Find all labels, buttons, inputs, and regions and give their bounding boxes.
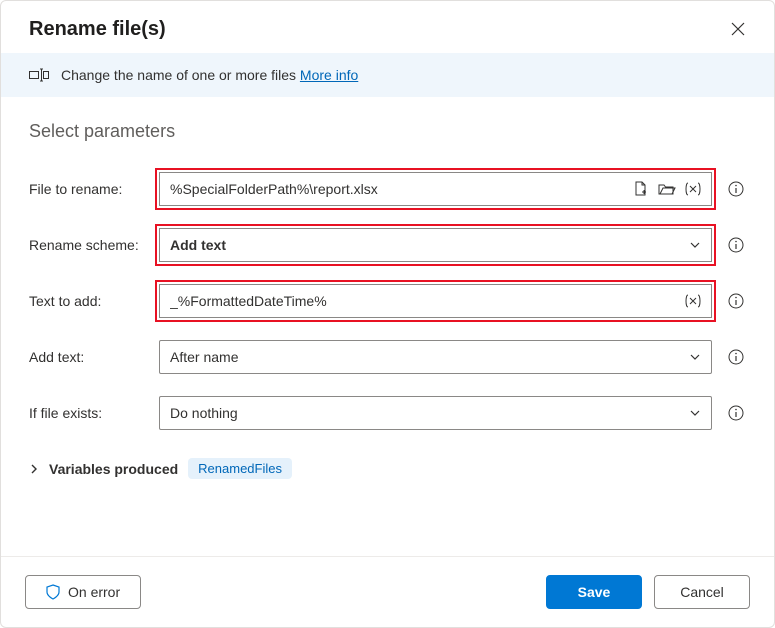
dialog-title: Rename file(s)	[29, 18, 166, 41]
variable-icon	[684, 182, 702, 196]
close-icon	[731, 22, 745, 36]
variable-picker-button[interactable]	[683, 179, 703, 199]
value-if-file-exists: Do nothing	[170, 405, 681, 421]
parameters-section: File to rename: %SpecialFolderPath%\repo…	[1, 150, 774, 430]
banner-text-content: Change the name of one or more files	[61, 67, 300, 83]
save-button[interactable]: Save	[546, 575, 642, 609]
chevron-down-icon	[687, 237, 703, 253]
help-add-text[interactable]	[726, 347, 746, 367]
info-icon	[728, 181, 744, 197]
select-file-button[interactable]	[631, 179, 651, 199]
row-rename-scheme: Rename scheme: Add text	[29, 228, 746, 262]
select-if-file-exists[interactable]: Do nothing	[159, 396, 712, 430]
more-info-link[interactable]: More info	[300, 67, 358, 83]
cancel-button[interactable]: Cancel	[654, 575, 750, 609]
variable-chip-renamedfiles[interactable]: RenamedFiles	[188, 458, 292, 479]
input-text-to-add[interactable]: _%FormattedDateTime%	[159, 284, 712, 318]
dialog-header: Rename file(s)	[1, 1, 774, 53]
folder-open-icon	[658, 182, 676, 196]
variables-produced-label: Variables produced	[49, 461, 178, 477]
shield-icon	[46, 584, 60, 600]
select-rename-scheme[interactable]: Add text	[159, 228, 712, 262]
chevron-down-icon	[687, 405, 703, 421]
info-icon	[728, 237, 744, 253]
info-banner: Change the name of one or more files Mor…	[1, 53, 774, 97]
info-icon	[728, 293, 744, 309]
on-error-button[interactable]: On error	[25, 575, 141, 609]
variable-picker-button[interactable]	[683, 291, 703, 311]
value-text-to-add: _%FormattedDateTime%	[170, 293, 677, 309]
value-add-text: After name	[170, 349, 681, 365]
rename-icon	[29, 67, 49, 83]
close-button[interactable]	[724, 15, 752, 43]
input-file-to-rename[interactable]: %SpecialFolderPath%\report.xlsx	[159, 172, 712, 206]
help-file-to-rename[interactable]	[726, 179, 746, 199]
row-file-to-rename: File to rename: %SpecialFolderPath%\repo…	[29, 172, 746, 206]
help-rename-scheme[interactable]	[726, 235, 746, 255]
rename-files-dialog: Rename file(s) Change the name of one or…	[0, 0, 775, 628]
banner-text: Change the name of one or more files Mor…	[61, 67, 358, 83]
cancel-label: Cancel	[680, 584, 724, 600]
label-rename-scheme: Rename scheme:	[29, 237, 159, 253]
value-rename-scheme: Add text	[170, 237, 681, 253]
info-icon	[728, 349, 744, 365]
label-file-to-rename: File to rename:	[29, 181, 159, 197]
help-text-to-add[interactable]	[726, 291, 746, 311]
chevron-right-icon	[29, 464, 39, 474]
section-title: Select parameters	[1, 97, 774, 150]
save-label: Save	[578, 584, 611, 600]
file-plus-icon	[633, 181, 649, 197]
dialog-footer: On error Save Cancel	[1, 556, 774, 627]
row-text-to-add: Text to add: _%FormattedDateTime%	[29, 284, 746, 318]
help-if-file-exists[interactable]	[726, 403, 746, 423]
chevron-down-icon	[687, 349, 703, 365]
label-if-file-exists: If file exists:	[29, 405, 159, 421]
select-add-text[interactable]: After name	[159, 340, 712, 374]
row-add-text: Add text: After name	[29, 340, 746, 374]
label-text-to-add: Text to add:	[29, 293, 159, 309]
row-if-file-exists: If file exists: Do nothing	[29, 396, 746, 430]
value-file-to-rename: %SpecialFolderPath%\report.xlsx	[170, 181, 625, 197]
browse-folder-button[interactable]	[657, 179, 677, 199]
on-error-label: On error	[68, 584, 120, 600]
variable-icon	[684, 294, 702, 308]
label-add-text: Add text:	[29, 349, 159, 365]
info-icon	[728, 405, 744, 421]
variables-produced-row[interactable]: Variables produced RenamedFiles	[1, 430, 774, 479]
